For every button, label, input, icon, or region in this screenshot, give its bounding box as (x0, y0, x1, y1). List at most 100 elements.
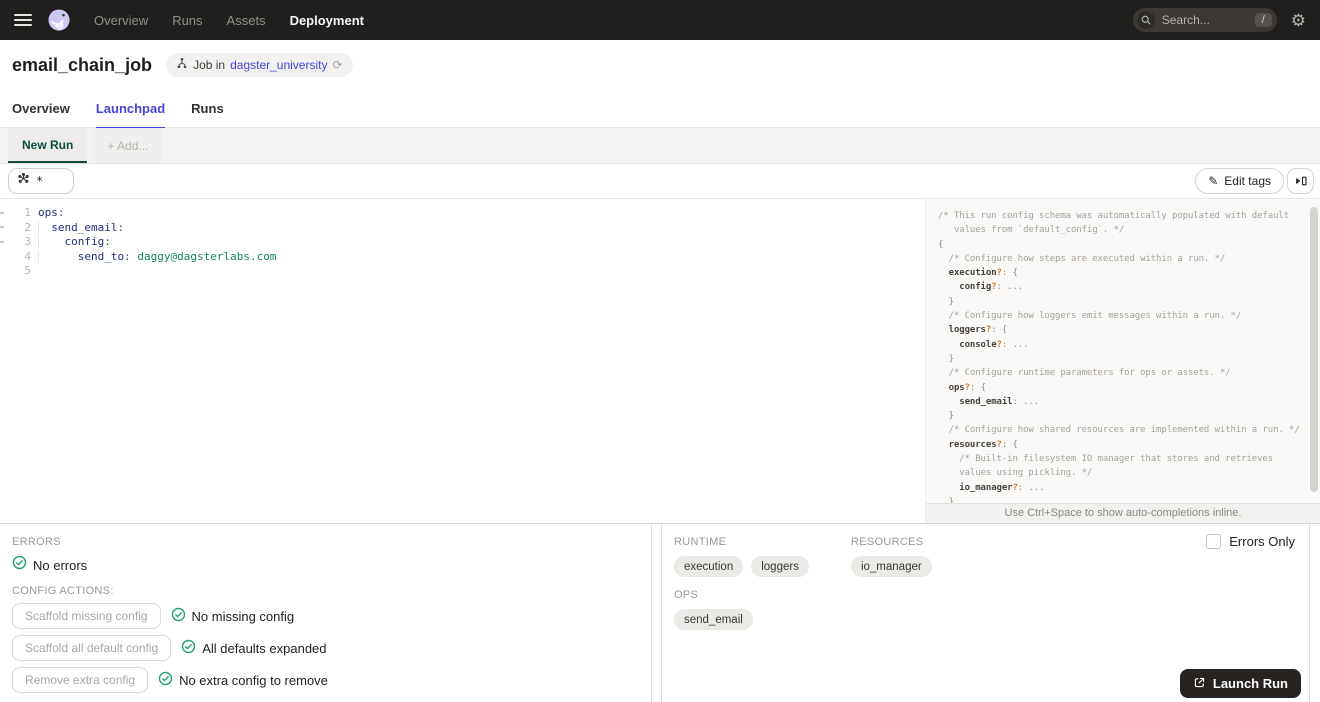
errors-status: No errors (12, 555, 639, 575)
config-action-row: Scaffold all default config All defaults … (12, 635, 639, 661)
tag-send_email[interactable]: send_email (674, 609, 753, 630)
op-graph-icon (17, 172, 30, 190)
tag-group-label: OPS (674, 589, 699, 601)
tag-execution[interactable]: execution (674, 556, 744, 577)
edit-tags-button[interactable]: ✎ Edit tags (1195, 168, 1284, 194)
run-tab-strip: New Run + Add... (0, 128, 1320, 164)
config-tags-pane: RUNTIME execution loggers RESOURCES io_manag… (662, 524, 1310, 702)
errors-only-checkbox[interactable] (1206, 534, 1222, 549)
schema-line: execution?: { (948, 268, 1018, 279)
job-badge-prefix: Job in (193, 58, 226, 72)
top-nav: Overview Runs Assets Deployment Search... /… (0, 0, 1320, 40)
page-tabs: Overview Launchpad Runs (0, 90, 1320, 129)
errors-pane: ERRORS No errors CONFIG ACTIONS: Scaffol… (0, 524, 652, 702)
action-status: All defaults expanded (181, 639, 327, 657)
schema-line: /* Built-in filesystem IO manager that s… (938, 454, 1274, 465)
editor-code: config: (38, 235, 111, 250)
nav-deployment[interactable]: Deployment (290, 13, 364, 28)
edit-tags-label: Edit tags (1224, 174, 1271, 188)
line-number: 1 (24, 206, 31, 219)
nav-runs[interactable]: Runs (172, 13, 202, 28)
editor-line: 5 (0, 264, 925, 279)
tab-new-run[interactable]: New Run (8, 128, 88, 163)
repo-link[interactable]: dagster_university (230, 58, 327, 72)
tab-runs[interactable]: Runs (191, 90, 224, 128)
schema-line: /* This run config schema was automatica… (938, 211, 1290, 221)
schema-line: resources?: { (948, 439, 1018, 450)
schema-line: config?: ... (959, 282, 1024, 293)
action-status: No missing config (171, 607, 295, 625)
dagster-launchpad-page: Overview Runs Assets Deployment Search... /… (0, 0, 1320, 702)
launchpad-workspace: 1 ops: 2 send_email: 3 config: 4 send_to: da… (0, 198, 1320, 523)
errors-label: ERRORS (12, 536, 61, 548)
op-selector-value: * (36, 174, 44, 188)
action-status-text: No missing config (191, 608, 295, 624)
errors-only-label: Errors Only (1229, 534, 1295, 549)
fold-marker[interactable] (0, 226, 4, 228)
bottom-panel: ERRORS No errors CONFIG ACTIONS: Scaffol… (0, 523, 1320, 702)
config-editor[interactable]: 1 ops: 2 send_email: 3 config: 4 send_to: da… (0, 199, 925, 523)
tab-overview[interactable]: Overview (12, 90, 70, 128)
refresh-icon[interactable]: ⟳ (332, 58, 342, 72)
remove-extra-config-button[interactable]: Remove extra config (12, 667, 149, 693)
scaffold-all-default-config-button[interactable]: Scaffold all default config (12, 635, 172, 661)
schema-line: } (938, 353, 954, 364)
main-nav: Overview Runs Assets Deployment (94, 13, 364, 28)
tag-group-resources: RESOURCES io_manager (850, 536, 932, 577)
launch-run-label: Launch Run (1212, 676, 1288, 691)
check-circle-icon (171, 607, 186, 625)
errors-only-toggle[interactable]: Errors Only (1206, 534, 1295, 549)
launch-run-button[interactable]: Launch Run (1179, 669, 1301, 698)
schema-line: send_email: ... (959, 396, 1040, 407)
schema-line: console?: ... (959, 339, 1029, 350)
menu-icon[interactable] (14, 14, 32, 26)
tag-loggers[interactable]: loggers (751, 556, 809, 577)
fold-marker[interactable] (0, 212, 4, 214)
toggle-panel-button[interactable] (1287, 168, 1314, 194)
pane-splitter[interactable] (652, 524, 662, 702)
schema-line: io_manager?: ... (959, 482, 1045, 493)
search-input[interactable]: Search... / (1132, 8, 1277, 32)
search-shortcut-badge: / (1254, 13, 1272, 27)
tag-group-label: RESOURCES (850, 536, 924, 548)
schema-line: values using pickling. */ (938, 468, 1093, 479)
tab-launchpad[interactable]: Launchpad (95, 90, 166, 129)
check-circle-icon (12, 555, 27, 575)
fold-marker[interactable] (0, 241, 4, 243)
schema-line: /* Configure how shared resources are im… (938, 425, 1300, 436)
nav-assets[interactable]: Assets (227, 13, 266, 28)
action-status-text: All defaults expanded (202, 640, 327, 656)
gear-icon[interactable]: ⚙ (1291, 12, 1306, 29)
play-panel-icon (1295, 176, 1307, 186)
scaffold-missing-config-button[interactable]: Scaffold missing config (12, 603, 161, 629)
tag-row: io_manager (850, 556, 932, 577)
tag-group-runtime: RUNTIME execution loggers (674, 536, 809, 577)
config-actions-label: CONFIG ACTIONS: (12, 585, 114, 597)
dagster-logo-icon[interactable] (46, 7, 72, 33)
check-circle-icon (181, 639, 196, 657)
search-icon (1136, 11, 1155, 29)
job-header: email_chain_job Job in dagster_universit… (0, 40, 1320, 90)
tab-add-run[interactable]: + Add... (93, 128, 163, 163)
job-fork-icon (176, 56, 188, 74)
editor-line: 1 ops: (0, 206, 925, 221)
nav-overview[interactable]: Overview (94, 13, 148, 28)
editor-code: send_email: (38, 221, 124, 236)
line-number: 5 (24, 264, 31, 277)
editor-line: 3 config: (0, 235, 925, 250)
schema-scrollbar[interactable] (1310, 207, 1318, 492)
errors-status-text: No errors (33, 557, 88, 573)
search-placeholder: Search... (1161, 13, 1210, 27)
editor-line: 2 send_email: (0, 221, 925, 236)
check-circle-icon (158, 671, 173, 689)
autocomplete-hint: Use Ctrl+Space to show auto-completions … (926, 503, 1320, 523)
tag-group-label: RUNTIME (674, 536, 727, 548)
config-action-row: Scaffold missing config No missing config (12, 603, 639, 629)
tag-io_manager[interactable]: io_manager (850, 556, 932, 577)
schema-line: ops?: { (948, 382, 986, 393)
editor-code: ops: (38, 206, 65, 219)
line-number: 3 (24, 235, 31, 248)
tag-group-ops: OPS send_email (674, 589, 1297, 630)
op-selector-input[interactable]: * (8, 168, 74, 194)
schema-line: /* Configure runtime parameters for ops … (938, 368, 1231, 379)
